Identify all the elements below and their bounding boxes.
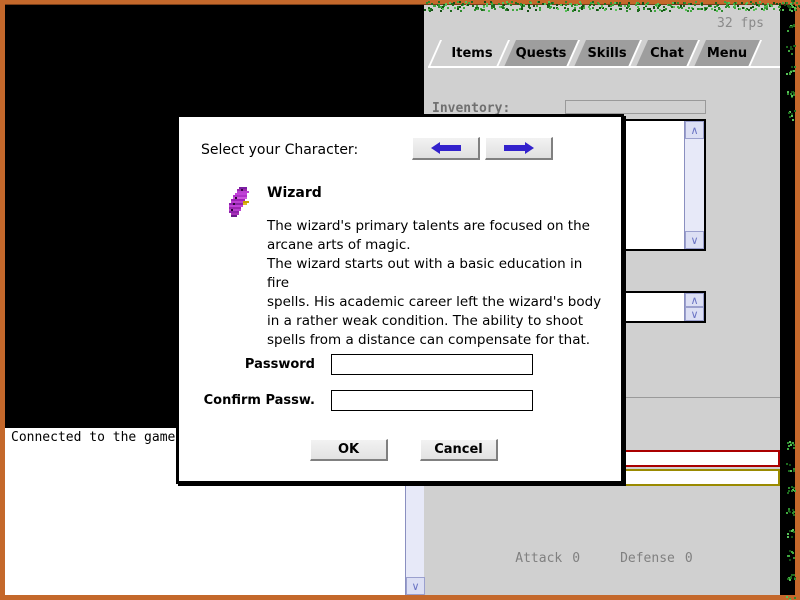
equipment-scrollbar[interactable]: ∧ ∨ xyxy=(684,293,704,321)
password-field[interactable] xyxy=(331,353,533,375)
tab-items[interactable]: Items xyxy=(436,40,508,67)
defense-stat: Defense 0 xyxy=(620,551,693,566)
password-row: Password xyxy=(201,353,605,375)
defense-label: Defense xyxy=(620,551,675,566)
confirm-password-field[interactable] xyxy=(331,389,533,411)
attack-value: 0 xyxy=(572,551,581,566)
arrow-left-icon xyxy=(430,142,461,154)
tab-quests[interactable]: Quests xyxy=(504,40,578,67)
attack-label: Attack xyxy=(515,551,563,566)
scrollbar-track[interactable] xyxy=(685,139,704,231)
tab-bar: Items Quests Skills Chat Menu xyxy=(428,40,780,67)
arrow-right-icon xyxy=(503,142,534,154)
inventory-scrollbar[interactable]: ∧ ∨ xyxy=(684,121,704,249)
scroll-up-icon[interactable]: ∧ xyxy=(685,293,704,307)
game-screen: 32 fps Items Quests Skills Chat Menu Invento… xyxy=(0,0,800,600)
password-label: Password xyxy=(244,356,315,372)
tab-underline xyxy=(428,66,780,68)
character-select-dialog: Select your Character: Wizard The wizard… xyxy=(176,114,624,484)
previous-character-button[interactable] xyxy=(412,137,480,160)
frame-right xyxy=(795,0,800,600)
frame-top-shadow xyxy=(0,4,800,5)
scroll-down-icon[interactable]: ∨ xyxy=(685,307,704,321)
confirm-password-label: Confirm Passw. xyxy=(203,392,315,408)
ok-button[interactable]: OK xyxy=(310,439,388,461)
next-character-button[interactable] xyxy=(485,137,553,160)
confirm-password-row: Confirm Passw. xyxy=(201,389,605,411)
scroll-up-icon[interactable]: ∧ xyxy=(685,121,704,139)
attack-stat: Attack 0 xyxy=(515,551,580,566)
fps-counter: 32 fps xyxy=(717,16,764,31)
frame-left xyxy=(0,0,5,600)
wizard-sprite xyxy=(229,187,249,217)
cancel-button[interactable]: Cancel xyxy=(420,439,498,461)
dialog-title: Select your Character: xyxy=(201,142,359,158)
scroll-down-icon[interactable]: ∨ xyxy=(685,231,704,249)
frame-bottom xyxy=(0,595,800,600)
defense-value: 0 xyxy=(684,551,693,566)
character-description: The wizard's primary talents are focused… xyxy=(267,218,602,348)
scroll-down-icon[interactable]: ∨ xyxy=(406,577,425,595)
character-name: Wizard xyxy=(267,185,322,201)
inventory-filter-box[interactable] xyxy=(565,100,706,114)
combat-stats: Attack 0 Defense 0 xyxy=(428,551,780,566)
chat-message: Connected to the game s xyxy=(11,430,192,445)
